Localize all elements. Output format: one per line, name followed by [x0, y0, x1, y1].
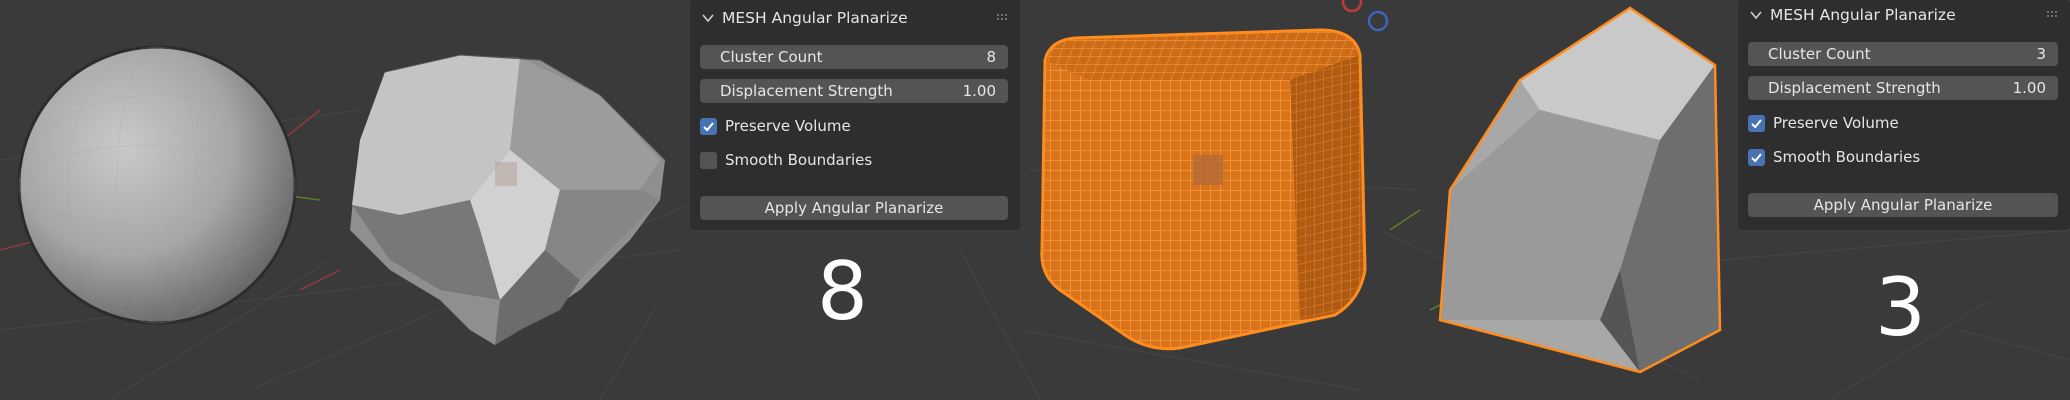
displacement-strength-value: 1.00 [2012, 79, 2046, 97]
planarized-mesh-3 [1438, 6, 1722, 374]
displacement-strength-value: 1.00 [962, 82, 996, 100]
cluster-count-field[interactable]: Cluster Count 3 [1748, 42, 2058, 66]
wireframe-cube [1040, 28, 1367, 351]
checkbox-checked-icon[interactable] [1748, 114, 1765, 132]
cluster-count-label: Cluster Count [720, 48, 823, 66]
planarized-mesh-8 [350, 54, 666, 345]
smooth-boundaries-checkbox[interactable]: Smooth Boundaries [700, 148, 872, 172]
preserve-volume-label: Preserve Volume [725, 117, 851, 135]
checkbox-unchecked-icon[interactable] [700, 151, 717, 169]
panel-title: MESH Angular Planarize [722, 9, 908, 27]
displacement-strength-field[interactable]: Displacement Strength 1.00 [700, 79, 1008, 103]
cluster-count-field[interactable]: Cluster Count 8 [700, 45, 1008, 69]
operator-panel-1: MESH Angular Planarize Cluster Count 8 D… [690, 0, 1020, 230]
cluster-count-value: 3 [2036, 45, 2046, 63]
preserve-volume-label: Preserve Volume [1773, 114, 1899, 132]
displacement-strength-label: Displacement Strength [1768, 79, 1941, 97]
smooth-boundaries-label: Smooth Boundaries [725, 151, 873, 169]
apply-angular-planarize-button[interactable]: Apply Angular Planarize [700, 196, 1008, 220]
smooth-boundaries-label: Smooth Boundaries [1773, 148, 1921, 166]
displacement-strength-label: Displacement Strength [720, 82, 893, 100]
chevron-down-icon[interactable] [700, 10, 716, 26]
gizmo-z-icon[interactable] [1367, 10, 1389, 32]
smooth-boundaries-checkbox[interactable]: Smooth Boundaries [1748, 145, 1920, 169]
preserve-volume-checkbox[interactable]: Preserve Volume [700, 114, 851, 138]
panel-title: MESH Angular Planarize [1770, 6, 1956, 24]
chevron-down-icon[interactable] [1748, 7, 1764, 23]
sphere-mesh [17, 45, 297, 325]
operator-panel-2: MESH Angular Planarize Cluster Count 3 D… [1738, 0, 2070, 230]
cluster-count-overlay-3: 3 [1875, 261, 1926, 354]
apply-angular-planarize-button[interactable]: Apply Angular Planarize [1748, 193, 2058, 217]
cluster-count-overlay-8: 8 [817, 245, 868, 338]
displacement-strength-field[interactable]: Displacement Strength 1.00 [1748, 76, 2058, 100]
drag-grip-icon[interactable] [2046, 10, 2060, 18]
panel-header[interactable]: MESH Angular Planarize [700, 6, 1010, 30]
checkbox-checked-icon[interactable] [1748, 148, 1765, 166]
cluster-count-label: Cluster Count [1768, 45, 1871, 63]
cluster-count-value: 8 [986, 48, 996, 66]
checkbox-checked-icon[interactable] [700, 117, 717, 135]
drag-grip-icon[interactable] [996, 13, 1010, 21]
preserve-volume-checkbox[interactable]: Preserve Volume [1748, 111, 1899, 135]
panel-header[interactable]: MESH Angular Planarize [1748, 3, 2060, 27]
gizmo-x-icon[interactable] [1341, 0, 1363, 13]
